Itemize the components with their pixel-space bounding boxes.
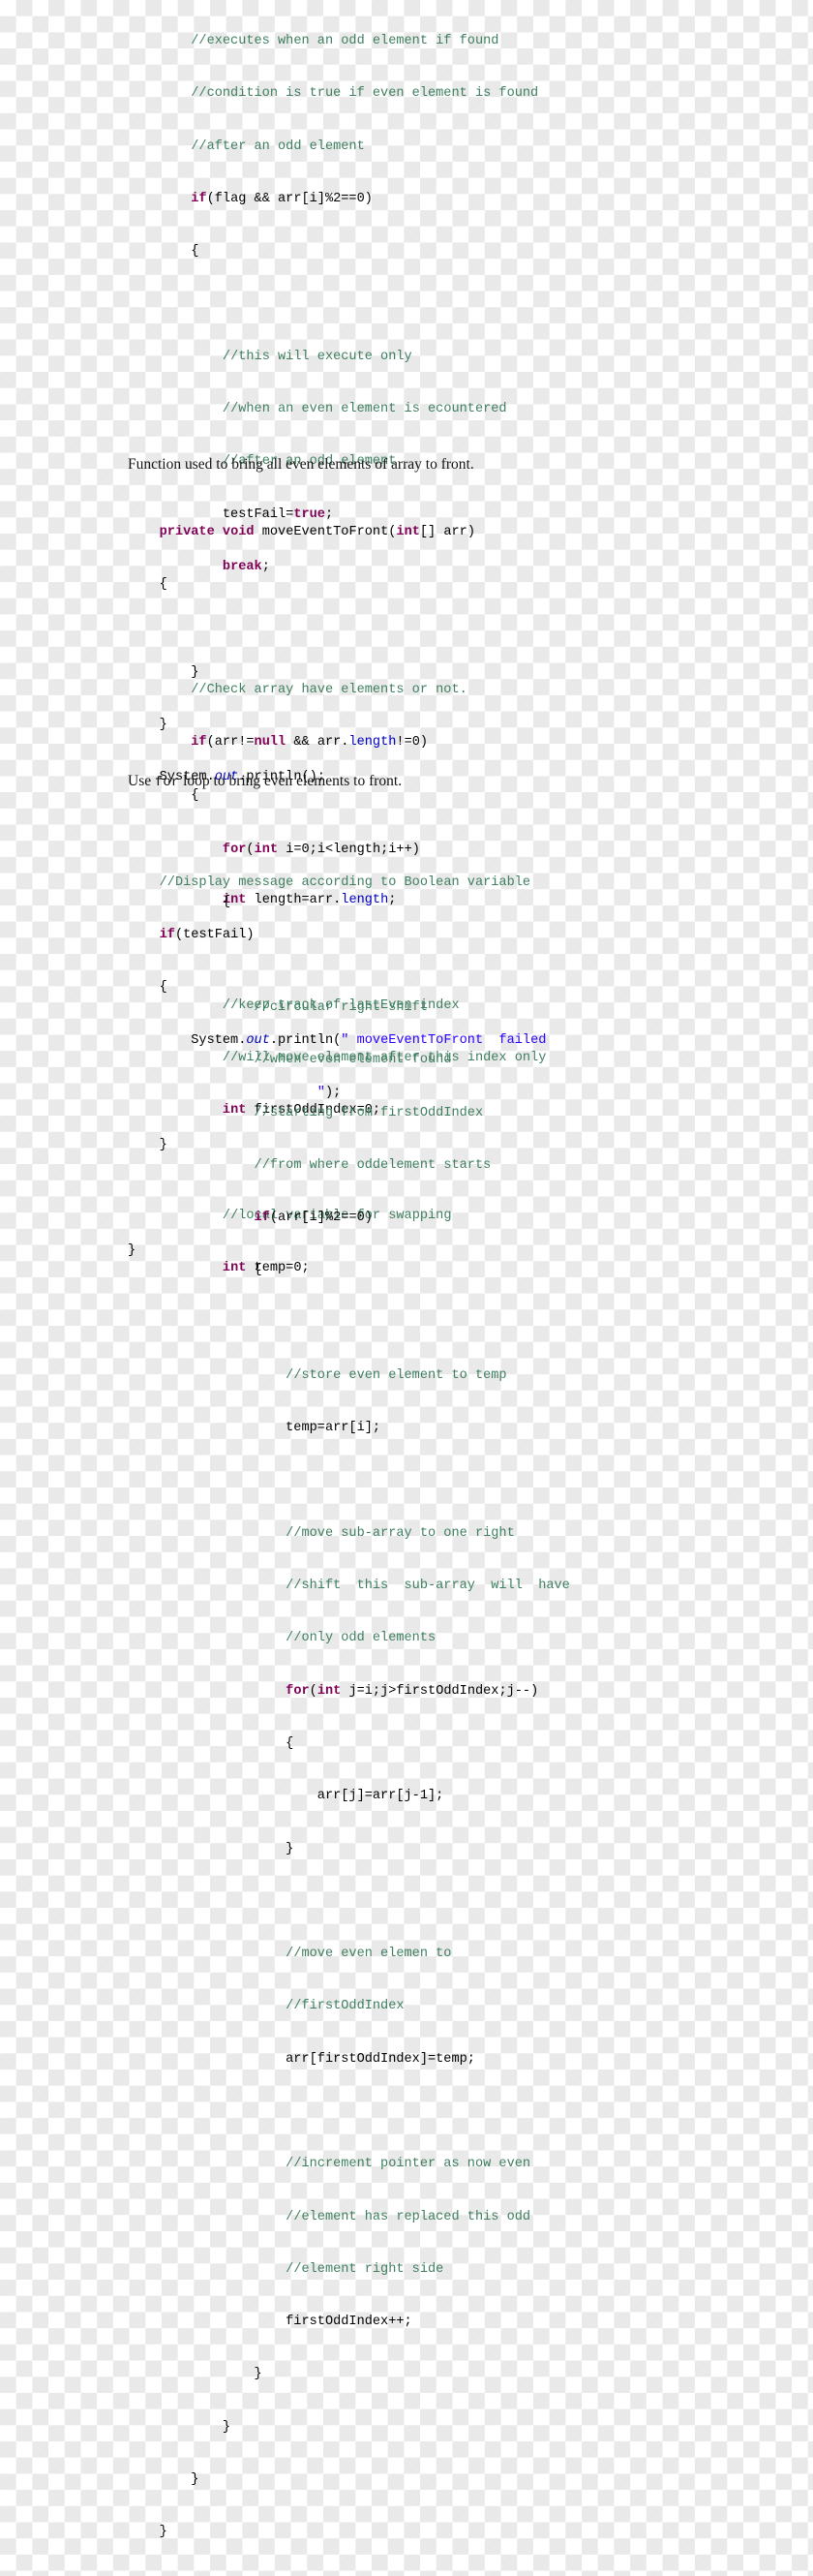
code-comment: //circular right shift	[254, 1000, 428, 1016]
code-line: {	[128, 895, 231, 910]
code-line: }	[128, 1841, 294, 1856]
code-line: //starting from firstOddIndex	[128, 1105, 570, 1122]
code-line: }	[128, 2525, 167, 2540]
keyword-if: if	[191, 735, 207, 751]
code-comment: //move even elemen to	[286, 1947, 452, 1962]
keyword-if: if	[191, 192, 207, 207]
keyword-null: null	[254, 735, 286, 751]
field-length: length	[348, 735, 397, 751]
code-line: //from where oddelement starts	[128, 1157, 570, 1175]
code-comment: //store even element to temp	[286, 1368, 507, 1383]
keyword-void: void	[222, 525, 255, 540]
keyword-int: int	[254, 843, 279, 858]
keyword-int: int	[316, 1683, 342, 1699]
code-comment: //when even element found	[254, 1053, 452, 1068]
code-line: if(arr[i]%2==0)	[254, 1211, 373, 1226]
code-line: {	[128, 244, 199, 260]
code-comment: //this will execute only	[222, 349, 412, 364]
code-comment: //after an odd element	[191, 138, 365, 154]
code-line: //condition is true if even element is f…	[128, 85, 546, 103]
paragraph-inline-code: for	[154, 775, 180, 790]
keyword-for: for	[222, 843, 247, 858]
code-comment: //from where oddelement starts	[254, 1157, 492, 1173]
code-line: //executes when an odd element if found	[128, 33, 546, 50]
code-comment: //element right side	[286, 2261, 444, 2277]
keyword-int: int	[396, 525, 420, 540]
code-line: }	[128, 2471, 199, 2487]
keyword-for: for	[286, 1683, 310, 1699]
code-line: //element right side	[128, 2261, 570, 2279]
code-comment: //move sub-array to one right	[286, 1525, 515, 1541]
code-line: {	[128, 1735, 294, 1751]
code-line: arr[firstOddIndex]=temp;	[128, 2051, 475, 2067]
code-block-for-loop: for(int i=0;i<length;i++) { //circular r…	[128, 807, 570, 2576]
code-line: //Check array have elements or not.	[128, 682, 546, 699]
code-line: }	[128, 2367, 262, 2382]
code-line: }	[128, 2419, 231, 2435]
code-line: //when an even element is ecountered	[128, 401, 546, 418]
code-comment: //only odd elements	[286, 1631, 437, 1646]
code-line: //when even element found	[128, 1052, 570, 1069]
code-line: //only odd elements	[128, 1630, 570, 1647]
code-line: //firstOddIndex	[128, 1998, 570, 2015]
code-line: //move sub-array to one right	[128, 1525, 570, 1543]
code-comment: //condition is true if even element is f…	[191, 86, 539, 102]
keyword-if: if	[254, 1211, 270, 1226]
code-line: //circular right shift	[128, 999, 570, 1017]
code-line: arr[j]=arr[j-1];	[128, 1789, 444, 1804]
code-comment: //shift this sub-array will have	[286, 1579, 570, 1594]
keyword-private: private	[159, 525, 215, 540]
paragraph-for-loop-description: Use for loop to bring even elements to f…	[128, 772, 402, 792]
code-comment: //element has replaced this odd	[286, 2209, 531, 2224]
code-line: {	[128, 577, 167, 593]
code-comment: //when an even element is ecountered	[222, 402, 507, 417]
code-line: {	[128, 1263, 262, 1278]
code-comment: //Check array have elements or not.	[191, 683, 467, 698]
code-line: private void moveEventToFront(int[] arr)	[159, 525, 475, 540]
code-comment: //increment pointer as now even	[286, 2157, 531, 2172]
code-line: //this will execute only	[128, 349, 546, 366]
paragraph-prefix: Use	[128, 773, 155, 789]
code-line: if(flag && arr[i]%2==0)	[191, 192, 373, 207]
code-comment: //firstOddIndex	[286, 1999, 405, 2014]
code-line: //shift this sub-array will have	[128, 1578, 570, 1595]
code-comment: //starting from firstOddIndex	[254, 1105, 484, 1120]
code-line: firstOddIndex++;	[128, 2315, 412, 2330]
code-line: if(arr!=null && arr.length!=0)	[191, 735, 429, 751]
code-line: for(int j=i;j>firstOddIndex;j--)	[286, 1683, 539, 1699]
code-line: //element has replaced this odd	[128, 2209, 570, 2226]
code-line: temp=arr[i];	[128, 1421, 381, 1436]
code-line: //after an odd element	[128, 138, 546, 156]
code-line: //store even element to temp	[128, 1367, 570, 1385]
code-comment: //executes when an odd element if found	[191, 34, 499, 49]
code-line: for(int i=0;i<length;i++)	[222, 843, 420, 858]
code-line: //move even elemen to	[128, 1946, 570, 1963]
paragraph-function-description: Function used to bring all even elements…	[128, 456, 474, 473]
code-document-page: //executes when an odd element if found …	[0, 0, 813, 2539]
code-line: //increment pointer as now even	[128, 2156, 570, 2173]
paragraph-suffix: loop to bring even elements to front.	[179, 773, 403, 789]
